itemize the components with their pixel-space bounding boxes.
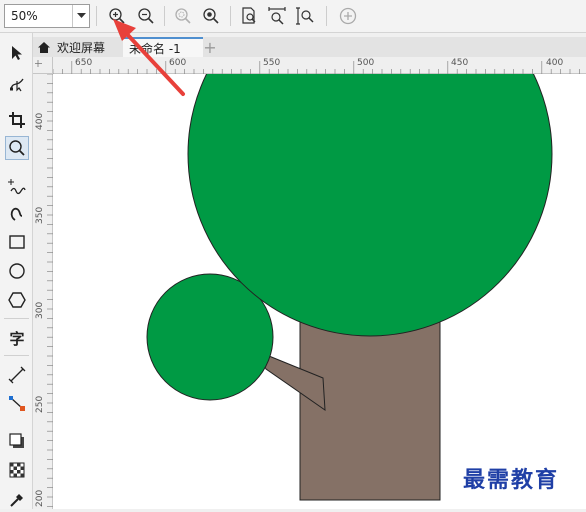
zoom-selected-icon xyxy=(175,8,191,24)
add-button[interactable] xyxy=(337,5,359,27)
ruler-label: 650 xyxy=(75,58,93,68)
ruler-label: 350 xyxy=(35,206,45,224)
ruler-label: 400 xyxy=(546,58,564,68)
pick-tool[interactable] xyxy=(5,41,29,65)
checkerboard-icon xyxy=(9,462,25,478)
home-icon xyxy=(38,41,50,53)
ruler-origin-icon xyxy=(35,60,42,67)
document-tab-bar: 欢迎屏幕 未命名 -1 + xyxy=(33,37,586,57)
ruler-label: 450 xyxy=(451,58,469,68)
drawing-canvas[interactable]: 最需教育 xyxy=(53,74,586,509)
plus-circle-icon xyxy=(339,7,357,25)
zoom-page-height-icon xyxy=(296,7,314,25)
zoom-tool[interactable] xyxy=(5,136,29,160)
ruler-origin[interactable] xyxy=(33,57,53,74)
zoom-selected-button[interactable] xyxy=(172,5,194,27)
tab-welcome-label: 欢迎屏幕 xyxy=(57,40,106,55)
text-tool-glyph: 字 xyxy=(9,329,25,348)
dimension-tool[interactable] xyxy=(5,363,29,387)
freehand-tool[interactable] xyxy=(5,174,29,198)
toolbar-separator xyxy=(164,6,165,26)
ellipse-icon xyxy=(9,263,25,279)
toolbar-separator xyxy=(230,6,231,26)
toolbox-separator xyxy=(4,318,29,319)
zoom-page-height-button[interactable] xyxy=(294,5,316,27)
pointer-arrow-icon xyxy=(12,46,22,60)
magnifier-icon xyxy=(9,140,25,156)
transparency-tool[interactable] xyxy=(5,458,29,482)
shadow-icon xyxy=(9,433,24,448)
toolbar-separator xyxy=(326,6,327,26)
vertical-ruler[interactable]: 400 350 300 250 200 xyxy=(33,74,53,509)
zoom-page-width-icon xyxy=(268,7,286,25)
tab-welcome-screen[interactable]: 欢迎屏幕 xyxy=(33,37,121,57)
shape-tool[interactable] xyxy=(5,72,29,96)
ellipse-tool[interactable] xyxy=(5,259,29,283)
zoom-all-objects-button[interactable] xyxy=(200,5,222,27)
toolbox: 字 xyxy=(0,33,33,509)
zoom-level-combo[interactable]: 50% xyxy=(4,4,90,28)
zoom-in-icon xyxy=(109,8,125,24)
text-tool[interactable]: 字 xyxy=(5,326,29,350)
toolbar-separator xyxy=(96,6,97,26)
watermark: 最需教育 xyxy=(463,467,560,493)
ruler-label: 600 xyxy=(169,58,187,68)
drop-shadow-tool[interactable] xyxy=(5,429,29,453)
property-bar: 50% xyxy=(0,0,586,33)
ruler-label: 250 xyxy=(35,395,45,413)
curve-stroke-icon xyxy=(10,207,23,221)
shape-edit-icon xyxy=(10,78,24,92)
chevron-down-icon[interactable] xyxy=(72,5,89,27)
freehand-icon xyxy=(8,179,26,195)
crop-icon xyxy=(9,112,25,128)
ruler-label: 500 xyxy=(357,58,375,68)
vertical-ruler-ticks xyxy=(47,74,53,507)
toolbox-separator xyxy=(4,355,29,356)
ruler-label: 400 xyxy=(35,112,45,130)
zoom-in-button[interactable] xyxy=(106,5,128,27)
ruler-label: 300 xyxy=(35,301,45,319)
zoom-page-width-button[interactable] xyxy=(266,5,288,27)
zoom-out-icon xyxy=(138,8,154,24)
zoom-page-icon xyxy=(242,7,256,24)
polygon-icon xyxy=(8,292,26,308)
eyedropper-tool[interactable] xyxy=(5,488,29,512)
ruler-label: 200 xyxy=(35,489,45,507)
zoom-out-button[interactable] xyxy=(135,5,157,27)
tab-document-label: 未命名 -1 xyxy=(129,41,181,56)
new-tab-button[interactable]: + xyxy=(201,37,219,57)
dimension-line-icon xyxy=(8,366,26,384)
drawing-surface xyxy=(146,74,553,501)
horizontal-ruler-ticks xyxy=(53,61,580,74)
ruler-label: 550 xyxy=(263,58,281,68)
rectangle-tool[interactable] xyxy=(5,230,29,254)
plus-icon: + xyxy=(203,37,217,57)
connector-tool[interactable] xyxy=(5,391,29,415)
zoom-page-button[interactable] xyxy=(238,5,260,27)
polygon-tool[interactable] xyxy=(5,288,29,312)
eyedropper-icon xyxy=(10,494,23,507)
horizontal-ruler[interactable]: 650 600 550 500 450 400 xyxy=(53,57,586,74)
artistic-media-tool[interactable] xyxy=(5,201,29,225)
zoom-level-value: 50% xyxy=(11,9,38,23)
crop-tool[interactable] xyxy=(5,108,29,132)
connector-icon xyxy=(9,396,25,411)
tab-untitled-document[interactable]: 未命名 -1 xyxy=(123,37,203,57)
rectangle-icon xyxy=(9,235,25,249)
zoom-all-objects-icon xyxy=(203,8,219,24)
